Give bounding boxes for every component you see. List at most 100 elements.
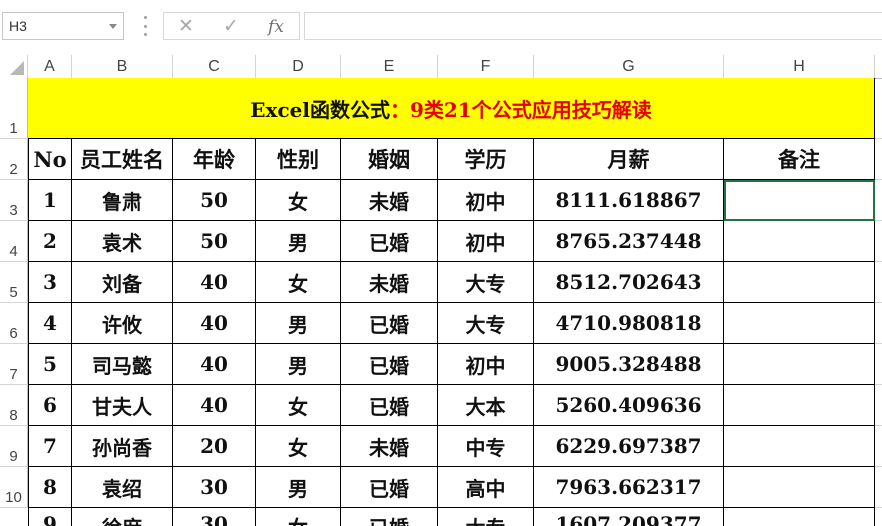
cell-salary[interactable]: 6229.697387 — [534, 426, 724, 467]
cell-salary[interactable]: 8111.618867 — [534, 180, 724, 221]
cell-age[interactable]: 40 — [173, 303, 256, 344]
cell-notes[interactable] — [724, 344, 875, 385]
insert-function-icon[interactable]: fx — [264, 16, 288, 38]
cell-marital[interactable]: 已婚 — [341, 467, 438, 508]
name-box[interactable]: H3 — [2, 12, 124, 40]
cell-age[interactable]: 30 — [173, 508, 256, 526]
row-header-4[interactable]: 4 — [0, 221, 28, 262]
cell-gender[interactable]: 男 — [256, 467, 341, 508]
select-all-button[interactable] — [0, 55, 28, 78]
cell-education[interactable]: 大专 — [438, 303, 534, 344]
cell-gender[interactable]: 男 — [256, 344, 341, 385]
cell-name[interactable]: 刘备 — [72, 262, 173, 303]
cell-no[interactable]: 2 — [28, 221, 72, 262]
chevron-down-icon[interactable] — [109, 24, 117, 29]
column-header-c[interactable]: C — [173, 55, 256, 78]
column-header-a[interactable]: A — [28, 55, 72, 78]
cell-notes[interactable] — [724, 221, 875, 262]
cell-salary[interactable]: 7963.662317 — [534, 467, 724, 508]
cell-salary[interactable]: 9005.328488 — [534, 344, 724, 385]
cell-salary[interactable]: 8512.702643 — [534, 262, 724, 303]
cell-no[interactable]: 5 — [28, 344, 72, 385]
cell-marital[interactable]: 已婚 — [341, 344, 438, 385]
cell-age[interactable]: 40 — [173, 262, 256, 303]
header-cell-no[interactable]: No — [28, 139, 72, 180]
cell-gender[interactable]: 女 — [256, 180, 341, 221]
cell-age[interactable]: 20 — [173, 426, 256, 467]
cell-age[interactable]: 30 — [173, 467, 256, 508]
column-header-h[interactable]: H — [724, 55, 875, 78]
cell-age[interactable]: 40 — [173, 385, 256, 426]
cell-notes[interactable] — [724, 467, 875, 508]
cell-education[interactable]: 初中 — [438, 180, 534, 221]
cell-salary[interactable]: 4710.980818 — [534, 303, 724, 344]
cell-no[interactable]: 1 — [28, 180, 72, 221]
header-cell-name[interactable]: 员工姓名 — [72, 139, 173, 180]
row-header-7[interactable]: 7 — [0, 344, 28, 385]
cell-salary[interactable]: 1607.209377 — [534, 508, 724, 526]
cell-name[interactable]: 司马懿 — [72, 344, 173, 385]
row-header-5[interactable]: 5 — [0, 262, 28, 303]
cell-notes[interactable] — [724, 262, 875, 303]
cell-gender[interactable]: 女 — [256, 426, 341, 467]
cell-no[interactable]: 6 — [28, 385, 72, 426]
row-header-10[interactable]: 10 — [0, 467, 28, 508]
cell-name[interactable]: 孙尚香 — [72, 426, 173, 467]
cell-name[interactable]: 鲁肃 — [72, 180, 173, 221]
row-header-9[interactable]: 9 — [0, 426, 28, 467]
cell-age[interactable]: 40 — [173, 344, 256, 385]
cell-name[interactable]: 甘夫人 — [72, 385, 173, 426]
cell-name[interactable]: 许攸 — [72, 303, 173, 344]
enter-icon[interactable]: ✓ — [219, 16, 243, 38]
row-header-3[interactable]: 3 — [0, 180, 28, 221]
cell-education[interactable]: 初中 — [438, 221, 534, 262]
column-header-g[interactable]: G — [534, 55, 724, 78]
header-cell-salary[interactable]: 月薪 — [534, 139, 724, 180]
header-cell-marital[interactable]: 婚姻 — [341, 139, 438, 180]
column-header-e[interactable]: E — [341, 55, 438, 78]
cell-marital[interactable]: 已婚 — [341, 303, 438, 344]
cell-marital[interactable]: 已婚 — [341, 385, 438, 426]
cell-gender[interactable]: 女 — [256, 262, 341, 303]
cell-name[interactable]: 徐庶 — [72, 508, 173, 526]
row-header-6[interactable]: 6 — [0, 303, 28, 344]
cell-marital[interactable]: 已婚 — [341, 508, 438, 526]
cell-education[interactable]: 中专 — [438, 426, 534, 467]
row-header-1[interactable]: 1 — [0, 78, 28, 139]
cell-notes-active[interactable] — [724, 180, 875, 221]
cell-gender[interactable]: 男 — [256, 221, 341, 262]
cell-no[interactable]: 9 — [28, 508, 72, 526]
cell-notes[interactable] — [724, 508, 875, 526]
cell-marital[interactable]: 已婚 — [341, 221, 438, 262]
cell-marital[interactable]: 未婚 — [341, 426, 438, 467]
column-header-d[interactable]: D — [256, 55, 341, 78]
title-cell[interactable]: Excel函数公式 ：9类21个公式应用技巧解读 — [28, 78, 875, 139]
column-header-f[interactable]: F — [438, 55, 534, 78]
row-header-2[interactable]: 2 — [0, 139, 28, 180]
cell-salary[interactable]: 8765.237448 — [534, 221, 724, 262]
cell-education[interactable]: 大专 — [438, 508, 534, 526]
cell-marital[interactable]: 未婚 — [341, 180, 438, 221]
cell-notes[interactable] — [724, 385, 875, 426]
cell-salary[interactable]: 5260.409636 — [534, 385, 724, 426]
cell-education[interactable]: 大专 — [438, 262, 534, 303]
cell-no[interactable]: 8 — [28, 467, 72, 508]
cell-age[interactable]: 50 — [173, 180, 256, 221]
cell-gender[interactable]: 女 — [256, 508, 341, 526]
cancel-icon[interactable]: ✕ — [174, 16, 198, 38]
header-cell-gender[interactable]: 性别 — [256, 139, 341, 180]
cell-education[interactable]: 高中 — [438, 467, 534, 508]
cell-notes[interactable] — [724, 426, 875, 467]
header-cell-notes[interactable]: 备注 — [724, 139, 875, 180]
formula-input[interactable] — [304, 12, 882, 40]
cell-marital[interactable]: 未婚 — [341, 262, 438, 303]
cell-name[interactable]: 袁术 — [72, 221, 173, 262]
cell-education[interactable]: 大本 — [438, 385, 534, 426]
row-header-8[interactable]: 8 — [0, 385, 28, 426]
header-cell-age[interactable]: 年龄 — [173, 139, 256, 180]
cell-age[interactable]: 50 — [173, 221, 256, 262]
cell-notes[interactable] — [724, 303, 875, 344]
cell-education[interactable]: 初中 — [438, 344, 534, 385]
cell-gender[interactable]: 女 — [256, 385, 341, 426]
cell-no[interactable]: 7 — [28, 426, 72, 467]
